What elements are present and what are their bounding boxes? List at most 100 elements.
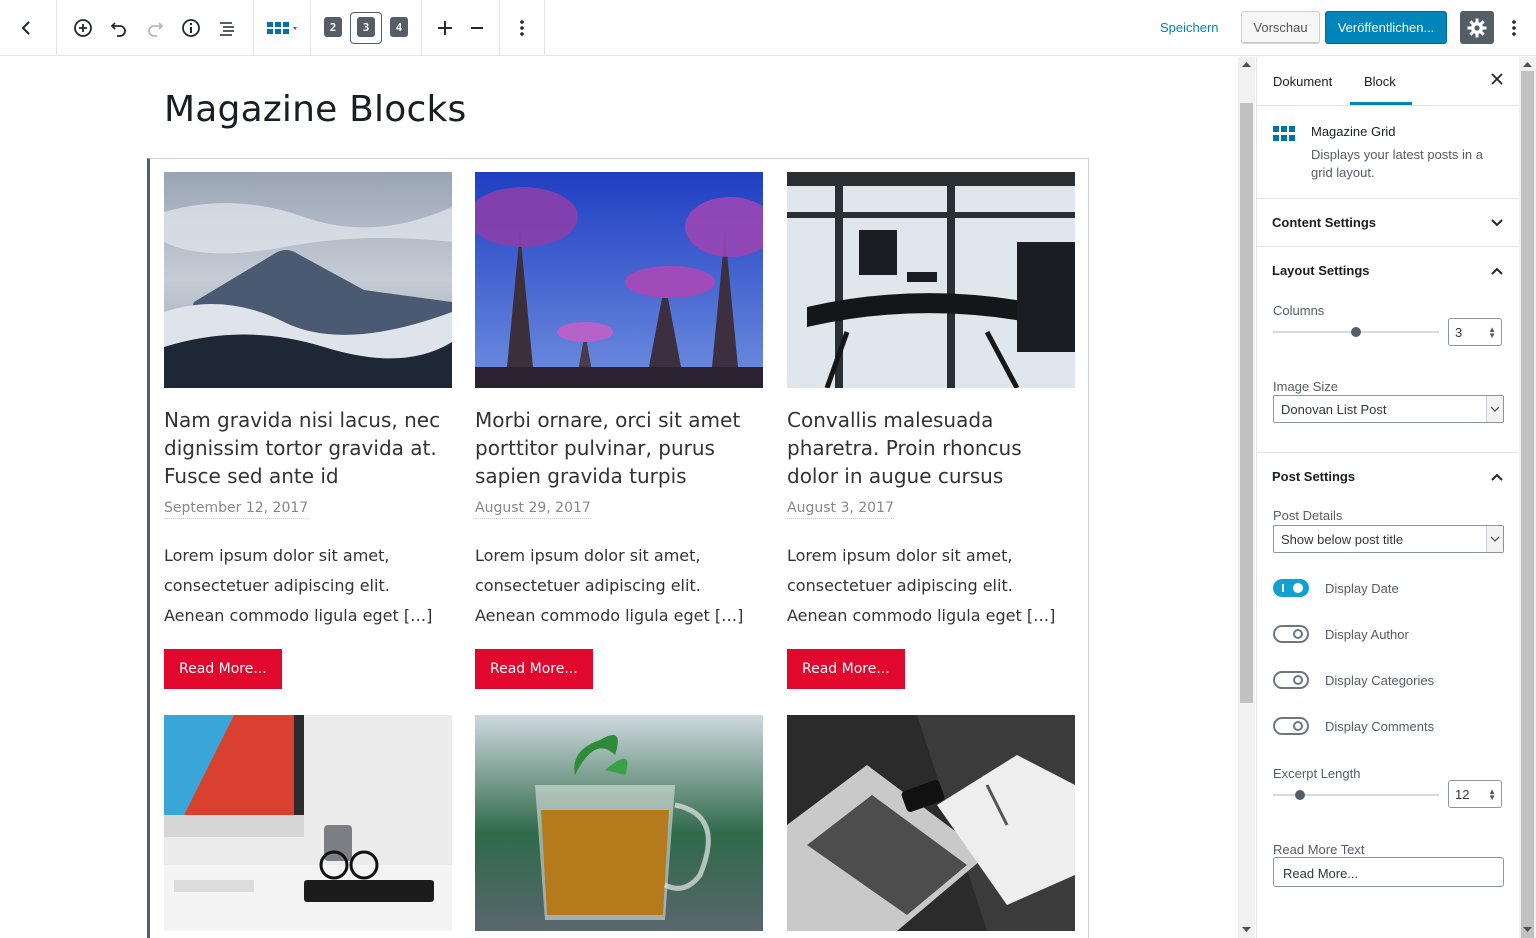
more-menu-button[interactable] (1498, 12, 1530, 44)
columns-4-button[interactable]: 4 (390, 17, 408, 37)
plus-circle-icon (74, 19, 92, 37)
minus-icon (471, 27, 483, 29)
post-title[interactable]: Nam gravida nisi lacus, nec dignissim to… (164, 406, 452, 490)
publish-button[interactable]: Veröffentlichen... (1325, 11, 1447, 44)
columns-3-button[interactable]: 3 (357, 17, 375, 37)
columns-slider-thumb[interactable] (1351, 327, 1361, 337)
columns-input[interactable]: 3 ▲ ▼ (1448, 318, 1502, 346)
excerpt-length-slider-thumb[interactable] (1294, 790, 1305, 800)
add-block-button[interactable] (67, 12, 99, 44)
image-size-value: Donovan List Post (1281, 402, 1387, 417)
grid-icon (1273, 126, 1295, 141)
post-card (475, 715, 763, 931)
columns-2-button[interactable]: 2 (324, 17, 342, 37)
content-settings-panel[interactable]: Content Settings (1257, 199, 1518, 247)
panel-title: Post Settings (1272, 469, 1356, 484)
post-title[interactable]: Convallis malesuada pharetra. Proin rhon… (787, 406, 1075, 490)
post-card: Convallis malesuada pharetra. Proin rhon… (787, 172, 1075, 689)
block-navigation-button[interactable] (211, 12, 243, 44)
post-details-select[interactable]: Show below post title (1273, 525, 1504, 553)
image-size-select[interactable]: Donovan List Post (1273, 395, 1504, 423)
post-date[interactable]: August 3, 2017 (787, 500, 894, 519)
layout-settings-header[interactable]: Layout Settings (1257, 247, 1518, 295)
supertrees-photo[interactable] (475, 172, 763, 388)
chevron-up-icon (1491, 267, 1503, 275)
display-categories-toggle[interactable] (1273, 671, 1309, 689)
display-date-toggle[interactable] (1273, 579, 1309, 597)
redo-icon (148, 22, 164, 37)
spinner-icon[interactable]: ▲ ▼ (1488, 788, 1496, 802)
sidebar-tabs: Dokument Block (1257, 57, 1518, 106)
panel-title: Layout Settings (1272, 263, 1370, 278)
read-more-button[interactable]: Read More... (164, 649, 282, 689)
block-description: Displays your latest posts in a grid lay… (1311, 147, 1483, 180)
spinner-icon[interactable]: ▲ ▼ (1488, 326, 1496, 340)
tea-glass-photo[interactable] (475, 715, 763, 931)
post-excerpt: Lorem ipsum dolor sit amet, consectetuer… (164, 546, 433, 625)
chevron-down-icon (1486, 396, 1503, 422)
tab-block[interactable]: Block (1364, 74, 1396, 89)
post-settings-panel: Post Settings Post Details Show below po… (1257, 453, 1518, 933)
grid-icon (267, 22, 297, 34)
toggle-label: Display Author (1325, 627, 1409, 642)
imac-desk-photo[interactable] (164, 715, 452, 931)
preview-button[interactable]: Vorschau (1241, 11, 1320, 44)
post-details-value: Show below post title (1281, 532, 1404, 547)
increase-button[interactable] (429, 12, 461, 44)
save-draft-link[interactable]: Speichern (1160, 20, 1219, 35)
read-more-text-label: Read More Text (1273, 842, 1365, 857)
laptop-notebook-photo[interactable] (787, 715, 1075, 931)
block-type-switcher[interactable] (262, 12, 302, 44)
page-title[interactable]: Magazine Blocks (164, 89, 466, 130)
post-title[interactable]: Morbi ornare, orci sit amet porttitor pu… (475, 406, 763, 490)
redo-button[interactable] (139, 12, 171, 44)
read-more-text-input[interactable]: Read More... (1273, 857, 1504, 887)
close-sidebar-button[interactable] (1489, 71, 1505, 92)
block-more-options-button[interactable] (506, 12, 538, 44)
display-comments-toggle[interactable] (1273, 717, 1309, 735)
post-excerpt: Lorem ipsum dolor sit amet, consectetuer… (475, 546, 744, 625)
sidebar-scrollbar[interactable] (1519, 57, 1536, 938)
excerpt-length-label: Excerpt Length (1273, 766, 1361, 781)
list-icon (220, 22, 234, 36)
post-card (164, 715, 452, 931)
post-date[interactable]: September 12, 2017 (164, 500, 309, 519)
magazine-grid-block[interactable]: Nam gravida nisi lacus, nec dignissim to… (147, 158, 1089, 938)
post-excerpt: Lorem ipsum dolor sit amet, consectetuer… (787, 546, 1056, 625)
post-settings-header[interactable]: Post Settings (1257, 453, 1518, 501)
columns-label: Columns (1273, 303, 1325, 318)
read-more-button[interactable]: Read More... (475, 649, 593, 689)
read-more-button[interactable]: Read More... (787, 649, 905, 689)
layout-settings-panel: Layout Settings Columns 3 ▲ ▼ Image Size … (1257, 247, 1518, 453)
editor-canvas[interactable]: Magazine Blocks Nam gravida nisi lacus, … (0, 57, 1238, 938)
back-button[interactable] (10, 12, 42, 44)
decrease-button[interactable] (461, 12, 493, 44)
settings-sidebar: Dokument Block Magazine Grid Displays yo… (1256, 57, 1518, 938)
display-author-toggle[interactable] (1273, 625, 1309, 643)
active-tab-indicator (1350, 102, 1412, 105)
tab-document[interactable]: Dokument (1273, 74, 1332, 89)
panel-title: Content Settings (1272, 215, 1376, 230)
mountain-photo[interactable] (164, 172, 452, 388)
info-icon (182, 19, 200, 37)
toggle-label: Display Comments (1325, 719, 1435, 734)
more-vertical-icon (520, 20, 524, 36)
chevron-down-icon (1486, 526, 1503, 552)
post-date[interactable]: August 29, 2017 (475, 500, 591, 519)
undo-button[interactable] (103, 12, 135, 44)
settings-button[interactable] (1460, 11, 1494, 44)
post-details-label: Post Details (1273, 508, 1343, 523)
editor-toolbar: 2 3 4 Speichern Vorschau Veröffentlichen… (0, 0, 1536, 56)
office-desk-photo[interactable] (787, 172, 1075, 388)
chevron-down-icon (1491, 219, 1503, 227)
excerpt-length-input[interactable]: 12 ▲ ▼ (1448, 780, 1502, 808)
post-card: Morbi ornare, orci sit amet porttitor pu… (475, 172, 763, 689)
close-icon (1491, 73, 1503, 85)
post-card (787, 715, 1075, 931)
image-size-label: Image Size (1273, 379, 1339, 394)
plus-icon (438, 21, 452, 35)
content-info-button[interactable] (175, 12, 207, 44)
toggle-label: Display Date (1325, 581, 1399, 596)
block-card: Magazine Grid Displays your latest posts… (1257, 106, 1518, 199)
editor-scrollbar[interactable] (1238, 57, 1255, 938)
